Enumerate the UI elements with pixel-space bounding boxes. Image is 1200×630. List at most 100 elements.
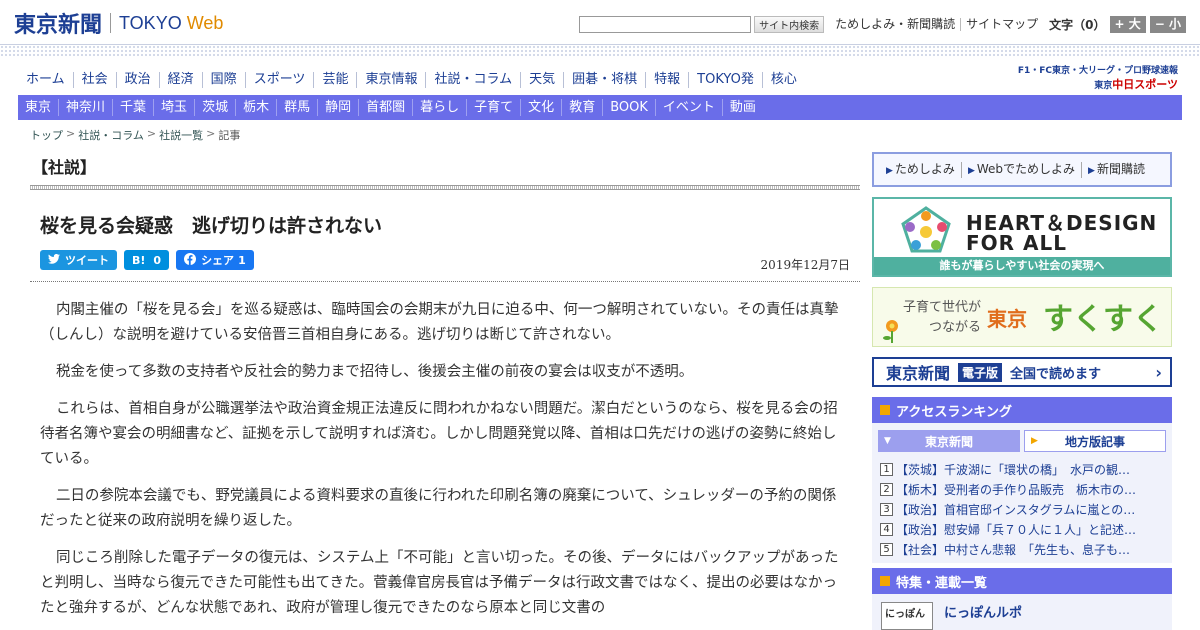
breadcrumb-current: 記事 (218, 129, 241, 142)
subnav-ibaraki[interactable]: 茨城 (194, 99, 235, 116)
newspaper-subscribe-link[interactable]: ▶ 新聞購読 (1081, 161, 1151, 178)
flower-icon (883, 320, 898, 343)
hatena-bookmark-icon: B! (132, 253, 146, 267)
font-larger-button[interactable]: + 大 (1109, 15, 1146, 33)
rank-number: 2 (880, 482, 893, 496)
font-size-label: 文字（0） (1049, 17, 1106, 32)
hatena-count: 0 (153, 253, 162, 267)
article-title: 桜を見る会疑惑 逃げ切りは許されない (40, 215, 383, 237)
subnav-tochigi[interactable]: 栃木 (235, 99, 276, 116)
breadcrumb-separator: > (146, 127, 157, 140)
breadcrumb-separator: > (206, 127, 216, 140)
share-buttons: ツイート B! 0 シェア 1 (40, 250, 261, 270)
ranking-item[interactable]: 3 【政治】首相官邸インスタグラムに嵐との… (880, 499, 1164, 519)
subnav-bunka[interactable]: 文化 (520, 99, 561, 116)
nav-editorial-column[interactable]: 社説・コラム (425, 72, 520, 88)
facebook-share-label: シェア (201, 254, 235, 267)
heart-design-caption: 誰もが暮らしやすい社会の実現へ (874, 257, 1170, 275)
subnav-event[interactable]: イベント (654, 99, 722, 116)
chunichi-sports-banner[interactable]: F1・FC東京・大リーグ・プロ野球速報 東京中日スポーツ (1018, 63, 1178, 92)
facebook-share-button[interactable]: シェア 1 (176, 250, 254, 270)
header-divider (0, 44, 1200, 58)
hatena-bookmark-button[interactable]: B! 0 (124, 250, 170, 270)
nippon-rupo-thumbnail[interactable]: にっぽん (881, 602, 933, 630)
digital-edition-tag: 電子版 (958, 362, 1003, 382)
subnav-kosodate[interactable]: 子育て (466, 99, 520, 116)
square-bullet-icon (880, 576, 890, 586)
tweet-button[interactable]: ツイート (40, 250, 117, 270)
arrow-right-icon: ▶ (886, 165, 893, 176)
nav-tokyo-hatsu[interactable]: TOKYO発 (688, 72, 762, 88)
trial-reading-link[interactable]: ▶ ためしよみ (880, 162, 961, 178)
logo-tokyo-text: TOKYO (119, 12, 182, 33)
web-trial-reading-link[interactable]: ▶ Webでためしよみ (960, 161, 1081, 178)
nav-tokuho[interactable]: 特報 (645, 72, 688, 88)
site-logo[interactable]: 東京新聞 TOKYO Web (14, 9, 223, 38)
article-paragraph: これらは、首相自身が公職選挙法や政治資金規正法違反に問われかねない問題だ。潔白だ… (40, 401, 838, 467)
site-search-input[interactable] (579, 15, 752, 33)
header-tools: サイト内検索 ためしよみ・新聞購読 サイトマップ 文字（0） + 大 − 小 (579, 14, 1186, 34)
rank-number: 5 (880, 542, 893, 556)
features-header: 特集・連載一覧 (872, 568, 1172, 594)
subnav-video[interactable]: 動画 (721, 99, 763, 116)
site-search-button[interactable]: サイト内検索 (754, 15, 825, 33)
regional-nav: 東京 神奈川 千葉 埼玉 茨城 栃木 群馬 静岡 首都圏 暮らし 子育て 文化 … (18, 95, 1182, 120)
nav-kakushin[interactable]: 核心 (761, 72, 805, 88)
subnav-book[interactable]: BOOK (602, 99, 655, 116)
ranking-tab-tokyo-shimbun[interactable]: ▼ 東京新聞 (878, 430, 1020, 452)
article-body: 内閣主催の「桜を見る会」を巡る疑惑は、臨時国会の会期末が九日に迫る中、何一つ解明… (40, 298, 848, 630)
ranking-tab-local-articles[interactable]: ▶ 地方版記事 (1024, 430, 1166, 452)
sitemap-link[interactable]: サイトマップ (960, 17, 1043, 31)
nav-go-shogi[interactable]: 囲碁・将棋 (563, 72, 645, 88)
sukusuku-title: すくすく (1043, 302, 1163, 337)
breadcrumb-editorial-list[interactable]: 社説一覧 (159, 127, 203, 143)
chunichi-sports-logo: 東京中日スポーツ (1094, 78, 1178, 91)
subnav-chiba[interactable]: 千葉 (112, 99, 153, 116)
tokyo-sukusuku-banner[interactable]: 子育て世代が つながる 東京 すくすく (872, 287, 1172, 347)
chunichi-sports-tagline: F1・FC東京・大リーグ・プロ野球速報 (1017, 66, 1178, 76)
nav-home[interactable]: ホーム (18, 72, 73, 88)
font-smaller-button[interactable]: − 小 (1149, 15, 1186, 33)
sukusuku-tokyo: 東京 (987, 307, 1027, 331)
article-paragraph: 二日の参院本会議でも、野党議員による資料要求の直後に行われた印刷名簿の廃棄につい… (40, 488, 837, 529)
ranking-item[interactable]: 4 【政治】慰安婦「兵７０人に１人」と記述… (880, 519, 1164, 539)
ranking-item[interactable]: 1 【茨城】千波湖に「環状の橋」 水戸の観… (880, 459, 1164, 479)
arrow-right-icon: ▶ (1088, 165, 1095, 176)
nav-tokyo-info[interactable]: 東京情報 (356, 72, 425, 88)
breadcrumb-editorial-column[interactable]: 社説・コラム (78, 127, 144, 143)
article-paragraph: 内閣主催の「桜を見る会」を巡る疑惑は、臨時国会の会期末が九日に迫る中、何一つ解明… (40, 302, 839, 343)
trial-subscribe-link[interactable]: ためしよみ・新聞購読 (830, 17, 960, 31)
subnav-kanagawa[interactable]: 神奈川 (58, 99, 112, 116)
nav-economy[interactable]: 経済 (158, 72, 202, 88)
nav-politics[interactable]: 政治 (115, 72, 159, 88)
heart-design-banner[interactable]: HEART＆DESIGN FOR ALL 誰もが暮らしやすい社会の実現へ (872, 197, 1172, 277)
subnav-gunma[interactable]: 群馬 (276, 99, 317, 116)
main-nav: ホーム 社会 政治 経済 国際 スポーツ 芸能 東京情報 社説・コラム 天気 囲… (18, 68, 805, 92)
breadcrumb-top[interactable]: トップ (30, 127, 63, 143)
heart-design-logo-icon (901, 206, 951, 253)
subnav-shutoken[interactable]: 首都圏 (358, 99, 412, 116)
subnav-tokyo[interactable]: 東京 (18, 99, 58, 116)
subnav-kurashi[interactable]: 暮らし (412, 99, 466, 116)
nippon-rupo-link[interactable]: にっぽんルポ (944, 602, 1022, 621)
subnav-shizuoka[interactable]: 静岡 (317, 99, 358, 116)
sukusuku-tagline-2: つながる (929, 320, 982, 335)
article-divider (30, 281, 860, 282)
nav-weather[interactable]: 天気 (520, 72, 563, 88)
ranking-item[interactable]: 5 【社会】中村さん悲報 「先生も、息子も… (880, 539, 1164, 559)
rank-number: 4 (880, 522, 893, 536)
access-ranking-panel: ▼ 東京新聞 ▶ 地方版記事 1 【茨城】千波湖に「環状の橋」 水戸の観… 2 【栃… (872, 423, 1172, 563)
rank-number: 1 (880, 462, 893, 476)
digital-edition-banner[interactable]: 東京新聞 電子版 全国で読めます › (872, 357, 1172, 387)
triangle-down-icon: ▼ (884, 436, 891, 446)
ranking-item[interactable]: 2 【栃木】受刑者の手作り品販売 栃木市の… (880, 479, 1164, 499)
subnav-kyoiku[interactable]: 教育 (561, 99, 602, 116)
nav-international[interactable]: 国際 (201, 72, 245, 88)
nav-sports[interactable]: スポーツ (244, 72, 314, 88)
nav-society[interactable]: 社会 (72, 72, 116, 88)
subnav-saitama[interactable]: 埼玉 (153, 99, 194, 116)
arrow-right-icon: ▶ (967, 165, 975, 176)
section-title: 【社説】 (32, 158, 97, 177)
features-panel: にっぽん にっぽんルポ (872, 594, 1172, 630)
nav-entertainment[interactable]: 芸能 (313, 72, 356, 88)
